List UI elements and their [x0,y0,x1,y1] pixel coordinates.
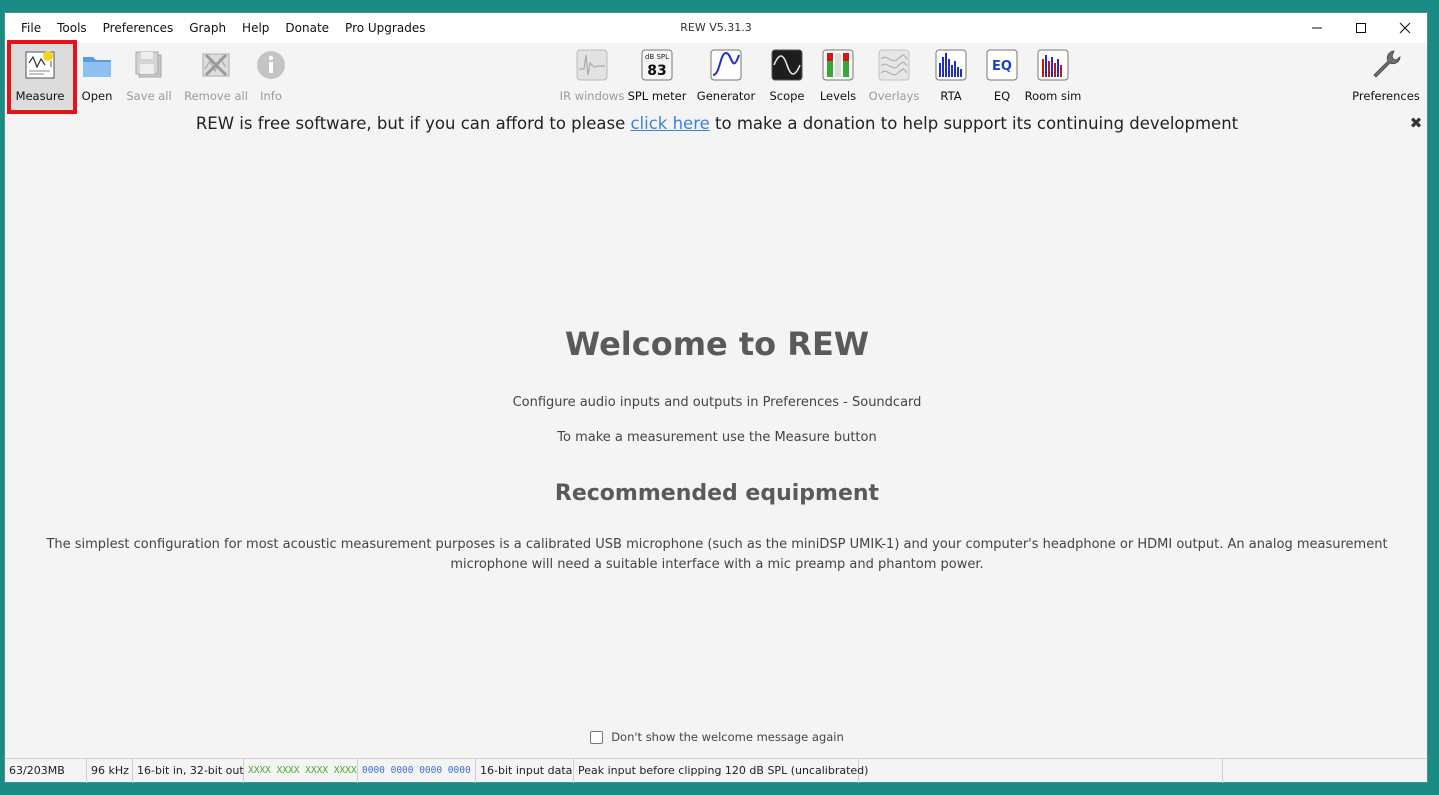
minimize-button[interactable] [1295,13,1339,43]
status-bit-depth: 16-bit in, 32-bit out [133,758,244,783]
spl-meter-label: SPL meter [627,89,687,103]
eq-button[interactable]: EQ EQ [982,47,1022,103]
donate-link[interactable]: click here [630,114,709,133]
menu-donate[interactable]: Donate [277,13,337,43]
status-input-levels: XXXX XXXX XXXX XXXX [244,758,358,783]
save-all-button[interactable]: Save all [126,47,172,103]
status-empty-1 [859,758,1223,783]
eq-label: EQ [993,89,1011,103]
rta-icon [935,49,967,81]
generator-label: Generator [696,89,756,103]
preferences-button[interactable]: Preferences [1351,47,1421,103]
measure-label: Measure [15,89,65,103]
menu-file[interactable]: File [13,13,49,43]
dont-show-label[interactable]: Don't show the welcome message again [611,730,844,744]
menu-preferences[interactable]: Preferences [95,13,182,43]
recommended-title: Recommended equipment [554,481,880,506]
rta-label: RTA [940,89,962,103]
ir-windows-label: IR windows [559,89,625,103]
recommended-text: The simplest configuration for most acou… [46,537,1388,572]
eq-icon: EQ [986,49,1018,81]
welcome-line-soundcard: Configure audio inputs and outputs in Pr… [512,395,922,410]
save-all-label: Save all [126,89,172,103]
info-label: Info [260,89,282,103]
banner-text-after: to make a donation to help support its c… [709,114,1239,133]
overlays-icon [878,49,910,81]
dont-show-checkbox[interactable] [590,730,604,744]
room-sim-icon [1037,49,1069,81]
status-output-levels: 0000 0000 0000 0000 [358,758,476,783]
status-sample-rate: 96 kHz [87,758,133,783]
dont-show-row: Don't show the welcome message again [5,730,1429,744]
levels-icon [822,49,854,81]
app-window: REW V5.31.3 File Tools Preferences Graph… [4,12,1428,783]
remove-all-button[interactable]: Remove all [184,47,248,103]
levels-label: Levels [819,89,857,103]
minimize-icon [1312,27,1322,29]
status-input-data: 16-bit input data [476,758,574,783]
overlays-label: Overlays [868,89,920,103]
rta-button[interactable]: RTA [931,47,971,103]
close-button[interactable] [1383,13,1427,43]
status-peak-input: Peak input before clipping 120 dB SPL (u… [574,758,868,783]
room-sim-button[interactable]: Room sim [1023,47,1083,103]
status-empty-2 [1223,759,1427,783]
measure-icon [25,51,55,79]
remove-all-icon [202,53,230,77]
close-icon [1399,22,1411,34]
window-controls [1295,13,1427,43]
menu-graph[interactable]: Graph [181,13,234,43]
measure-button[interactable]: Measure [10,47,70,103]
wrench-icon [1373,50,1401,78]
menu-bar: File Tools Preferences Graph Help Donate… [13,13,433,43]
scope-label: Scope [769,89,805,103]
menu-pro-upgrades[interactable]: Pro Upgrades [337,13,433,43]
preferences-label: Preferences [1352,89,1420,103]
scope-icon [771,49,803,81]
status-memory[interactable]: 63/203MB [5,758,87,783]
remove-all-label: Remove all [184,89,248,103]
generator-icon [710,49,742,81]
menu-help[interactable]: Help [234,13,277,43]
room-sim-label: Room sim [1024,89,1082,103]
menu-tools[interactable]: Tools [49,13,95,43]
spl-unit-text: dB SPL [645,53,669,61]
ir-windows-button[interactable]: IR windows [560,47,624,103]
overlays-button[interactable]: Overlays [869,47,919,103]
info-icon [257,51,285,79]
welcome-title: Welcome to REW [564,325,870,363]
donation-banner: REW is free software, but if you can aff… [5,114,1429,140]
banner-close-icon[interactable]: ✖ [1408,115,1424,131]
status-bar: 63/203MB 96 kHz 16-bit in, 32-bit out XX… [5,758,1427,783]
eq-icon-text: EQ [992,59,1012,74]
folder-icon [83,57,111,77]
open-label: Open [81,89,113,103]
generator-button[interactable]: Generator [696,47,756,103]
info-button[interactable]: Info [256,47,286,103]
save-icon [135,51,162,78]
welcome-line-measure: To make a measurement use the Measure bu… [557,430,877,445]
maximize-button[interactable] [1339,13,1383,43]
ir-windows-icon [576,49,608,81]
spl-value-text: 83 [647,63,666,79]
toolbar: Measure Open Save all Remove all Info IR… [5,43,1427,105]
banner-text-before: REW is free software, but if you can aff… [195,114,631,133]
maximize-icon [1356,23,1366,33]
spl-meter-icon: dB SPL 83 [641,49,673,81]
scope-button[interactable]: Scope [767,47,807,103]
open-button[interactable]: Open [77,47,117,103]
title-bar: REW V5.31.3 File Tools Preferences Graph… [5,13,1427,43]
spl-meter-button[interactable]: dB SPL 83 SPL meter [627,47,687,103]
levels-button[interactable]: Levels [818,47,858,103]
